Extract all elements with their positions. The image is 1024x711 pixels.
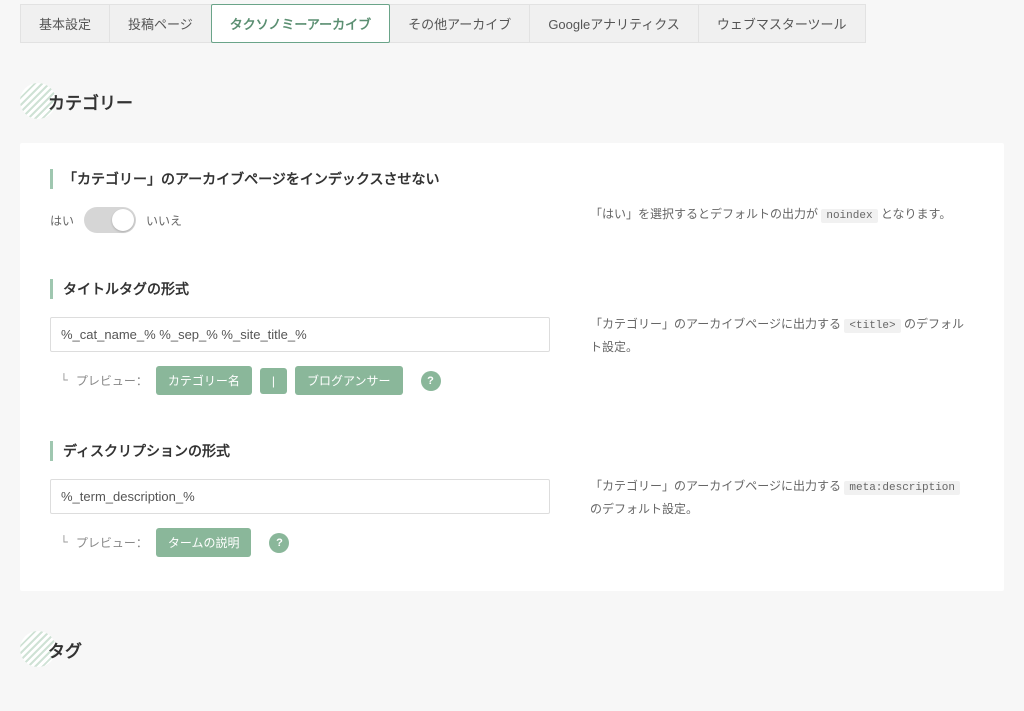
section-title: タグ [48, 637, 82, 662]
preview-chip-sep: | [260, 368, 287, 394]
noindex-toggle[interactable] [84, 207, 136, 233]
title-tag-field: タイトルタグの形式 └ プレビュー： カテゴリー名 | ブログアンサー ? 「カ… [50, 279, 974, 395]
tab-webmaster[interactable]: ウェブマスターツール [698, 4, 866, 43]
toggle-no-label: いいえ [146, 212, 182, 229]
section-header-tag: タグ [20, 631, 1004, 667]
preview-label: プレビュー： [76, 534, 148, 551]
preview-corner-icon: └ [60, 535, 68, 550]
title-tag-label: タイトルタグの形式 [50, 279, 550, 299]
tab-other-archive[interactable]: その他アーカイブ [389, 4, 530, 43]
description-label: ディスクリプションの形式 [50, 441, 550, 461]
noindex-help: 「はい」を選択するとデフォルトの出力が noindex となります。 [590, 169, 974, 227]
tab-posts[interactable]: 投稿ページ [109, 4, 212, 43]
toggle-knob [112, 209, 134, 231]
preview-label: プレビュー： [76, 372, 148, 389]
section-title: カテゴリー [48, 89, 133, 114]
tab-ga[interactable]: Googleアナリティクス [529, 4, 699, 43]
preview-chip-site: ブログアンサー [295, 366, 403, 395]
noindex-label: 「カテゴリー」のアーカイブページをインデックスさせない [50, 169, 550, 189]
noindex-code: noindex [821, 209, 877, 223]
description-input[interactable] [50, 479, 550, 514]
preview-chip-term: タームの説明 [156, 528, 252, 557]
title-tag-code: <title> [844, 319, 900, 333]
help-icon[interactable]: ? [421, 371, 441, 391]
noindex-field: 「カテゴリー」のアーカイブページをインデックスさせない はい いいえ 「はい」を… [50, 169, 974, 233]
toggle-yes-label: はい [50, 212, 74, 229]
title-tag-help: 「カテゴリー」のアーカイブページに出力する <title> のデフォルト設定。 [590, 279, 974, 358]
help-icon[interactable]: ? [269, 533, 289, 553]
category-card: 「カテゴリー」のアーカイブページをインデックスさせない はい いいえ 「はい」を… [20, 143, 1004, 591]
section-header-category: カテゴリー [20, 83, 1004, 119]
description-help: 「カテゴリー」のアーカイブページに出力する meta:description の… [590, 441, 974, 520]
tab-taxonomy-archive[interactable]: タクソノミーアーカイブ [211, 4, 390, 43]
title-tag-input[interactable] [50, 317, 550, 352]
preview-chip-cat: カテゴリー名 [156, 366, 252, 395]
description-code: meta:description [844, 481, 960, 495]
tab-basic[interactable]: 基本設定 [20, 4, 110, 43]
description-field: ディスクリプションの形式 └ プレビュー： タームの説明 ? 「カテゴリー」のア… [50, 441, 974, 557]
tab-bar: 基本設定 投稿ページ タクソノミーアーカイブ その他アーカイブ Googleアナ… [20, 0, 1004, 43]
preview-corner-icon: └ [60, 373, 68, 388]
